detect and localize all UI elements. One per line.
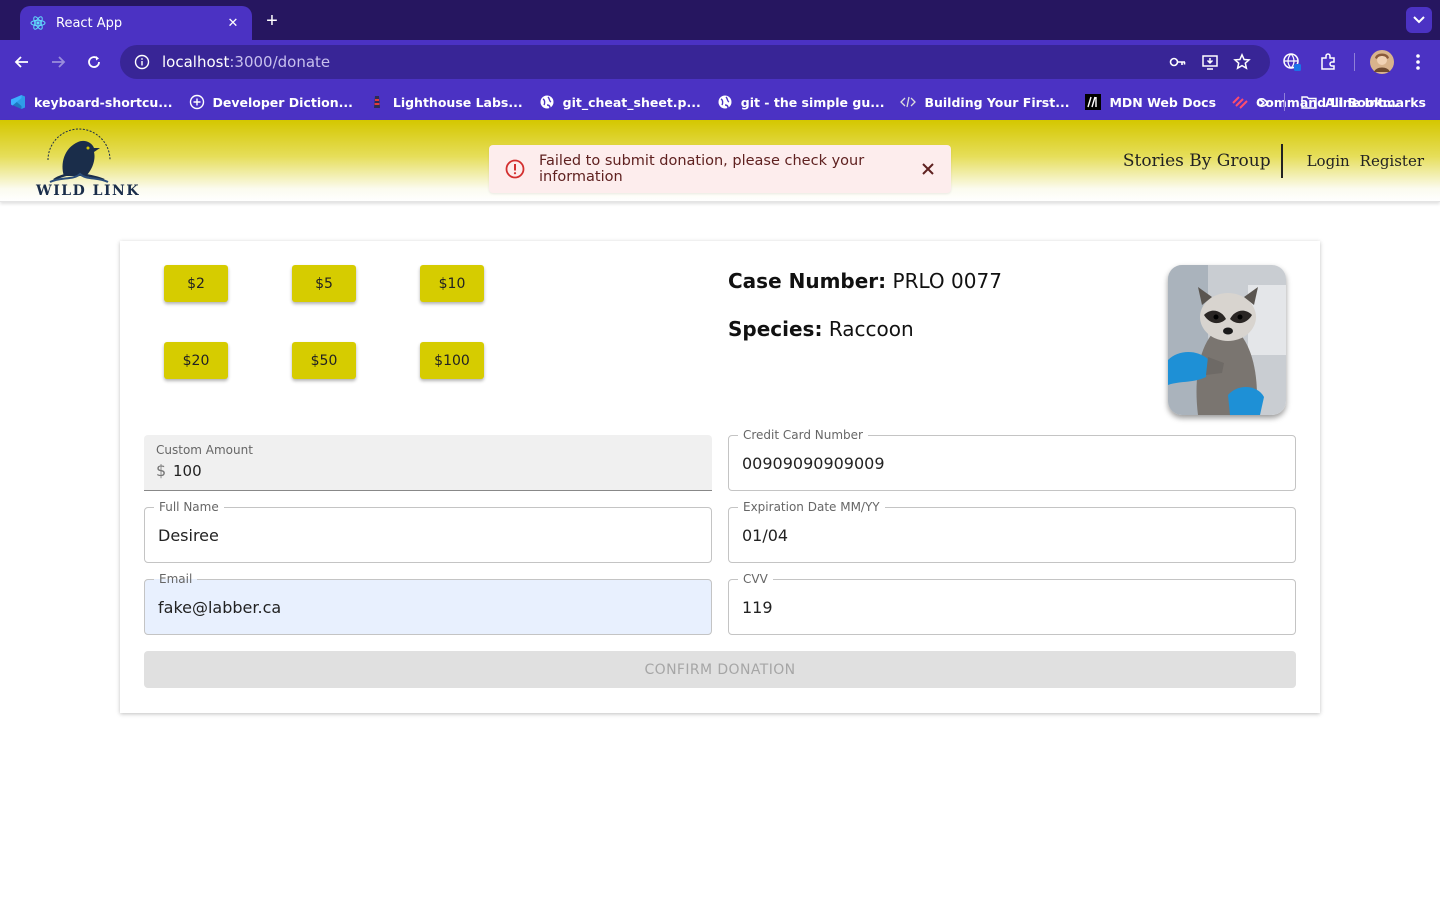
more-bookmarks-icon[interactable]: » — [1258, 92, 1270, 113]
bookmark-label: git_cheat_sheet.p... — [562, 94, 701, 110]
tab-title: React App — [56, 15, 123, 31]
install-app-icon[interactable] — [1198, 50, 1222, 74]
bookmark-item[interactable]: git_cheat_sheet.p... — [539, 94, 701, 110]
browser-menu-icon[interactable] — [1406, 50, 1430, 74]
mdn-icon — [1085, 94, 1102, 110]
bookmark-item[interactable]: git - the simple gu... — [717, 94, 885, 110]
raccoon-photo — [1168, 265, 1286, 415]
bookmark-item[interactable]: Lighthouse Labs... — [369, 94, 523, 110]
bookmark-label: git - the simple gu... — [740, 94, 885, 110]
email-input[interactable]: fake@labber.ca — [158, 598, 281, 617]
register-link[interactable]: Register — [1360, 152, 1424, 170]
full-name-input[interactable]: Desiree — [158, 526, 219, 545]
error-alert: Failed to submit donation, please check … — [489, 145, 951, 193]
tab-close-icon[interactable]: ✕ — [224, 14, 242, 32]
plus-circle-icon — [189, 94, 205, 110]
close-icon[interactable] — [917, 158, 939, 180]
credit-card-field[interactable]: Credit Card Number 00909090909009 — [728, 428, 1296, 491]
amount-button-10[interactable]: $10 — [420, 265, 484, 302]
expiration-date-field[interactable]: Expiration Date MM/YY 01/04 — [728, 500, 1296, 563]
cvv-field[interactable]: CVV 119 — [728, 572, 1296, 635]
donation-card: $2 $5 $10 $20 $50 $100 Case Number: PRLO… — [120, 241, 1320, 713]
bookmark-label: Developer Diction... — [212, 94, 353, 110]
email-field[interactable]: Email fake@labber.ca — [144, 572, 712, 635]
amount-button-5[interactable]: $5 — [292, 265, 356, 302]
folder-icon — [1301, 95, 1317, 109]
browser-toolbar: localhost:3000/donate — [0, 40, 1440, 84]
bookmark-item[interactable]: Developer Diction... — [189, 94, 353, 110]
stripes-icon — [1232, 94, 1248, 110]
stories-by-group-link[interactable]: Stories By Group — [1123, 144, 1283, 178]
credit-card-label: Credit Card Number — [738, 428, 868, 442]
globe-icon — [539, 94, 555, 110]
amount-button-2[interactable]: $2 — [164, 265, 228, 302]
amount-button-50[interactable]: $50 — [292, 342, 356, 379]
custom-amount-field[interactable]: Custom Amount $ 100 — [144, 435, 712, 491]
toolbar-divider — [1354, 53, 1355, 71]
url-path: :3000/donate — [229, 53, 331, 71]
tab-search-icon[interactable] — [1406, 7, 1432, 33]
bookmark-item[interactable]: Building Your First... — [900, 94, 1069, 110]
species-value: Raccoon — [828, 317, 914, 341]
profile-avatar[interactable] — [1370, 50, 1394, 74]
back-icon[interactable] — [10, 50, 34, 74]
case-number-label: Case Number: — [728, 269, 887, 293]
cvv-input[interactable]: 119 — [742, 598, 773, 617]
amount-button-100[interactable]: $100 — [420, 342, 484, 379]
species: Species: Raccoon — [728, 317, 914, 341]
custom-amount-input[interactable]: 100 — [173, 462, 202, 480]
lighthouse-icon — [369, 94, 385, 110]
login-link[interactable]: Login — [1307, 152, 1350, 170]
header-nav: Stories By Group Login Register — [1123, 144, 1424, 178]
forward-icon[interactable] — [46, 50, 70, 74]
url-host: localhost — [162, 53, 230, 71]
bookmark-label: keyboard-shortcu... — [34, 94, 173, 110]
confirm-donation-button[interactable]: CONFIRM DONATION — [144, 651, 1296, 688]
new-tab-icon[interactable]: + — [260, 9, 284, 33]
email-label: Email — [154, 572, 198, 586]
site-info-icon[interactable] — [134, 54, 150, 70]
react-icon — [30, 15, 46, 31]
extensions-puzzle-icon[interactable] — [1316, 50, 1340, 74]
extension-globe-icon[interactable] — [1280, 50, 1304, 74]
species-label: Species: — [728, 317, 823, 341]
bookmarks-bar: keyboard-shortcu... Developer Diction...… — [0, 84, 1440, 120]
expiration-date-label: Expiration Date MM/YY — [738, 500, 885, 514]
credit-card-input[interactable]: 00909090909009 — [742, 454, 885, 473]
custom-amount-label: Custom Amount — [156, 443, 253, 457]
case-number-value: PRLO 0077 — [892, 269, 1002, 293]
browser-tab[interactable]: React App ✕ — [20, 6, 252, 40]
cvv-label: CVV — [738, 572, 773, 586]
address-bar[interactable]: localhost:3000/donate — [120, 45, 1270, 79]
bookmark-label: MDN Web Docs — [1109, 94, 1217, 110]
full-name-field[interactable]: Full Name Desiree — [144, 500, 712, 563]
expiration-date-input[interactable]: 01/04 — [742, 526, 788, 545]
case-number: Case Number: PRLO 0077 — [728, 269, 1002, 293]
all-bookmarks-link[interactable]: All Bookmarks — [1325, 95, 1426, 110]
reload-icon[interactable] — [82, 50, 106, 74]
bookmark-label: Building Your First... — [924, 94, 1070, 110]
toolbar-divider — [1284, 93, 1285, 111]
bookmark-item[interactable]: MDN Web Docs — [1085, 94, 1216, 110]
logo-text: WILD LINK — [36, 183, 140, 199]
globe-icon — [717, 94, 733, 110]
bookmark-label: Lighthouse Labs... — [392, 94, 523, 110]
error-icon — [505, 159, 525, 179]
alert-message: Failed to submit donation, please check … — [539, 153, 865, 185]
browser-tab-bar: React App ✕ + — [0, 0, 1440, 40]
currency-prefix: $ — [156, 461, 167, 480]
vscode-icon — [10, 94, 26, 110]
password-key-icon[interactable] — [1166, 50, 1190, 74]
bookmark-item[interactable]: keyboard-shortcu... — [10, 94, 173, 110]
bookmarks-right: » All Bookmarks — [1258, 84, 1426, 120]
code-icon — [900, 94, 917, 110]
bookmark-star-icon[interactable] — [1230, 50, 1254, 74]
full-name-label: Full Name — [154, 500, 224, 514]
amount-button-20[interactable]: $20 — [164, 342, 228, 379]
